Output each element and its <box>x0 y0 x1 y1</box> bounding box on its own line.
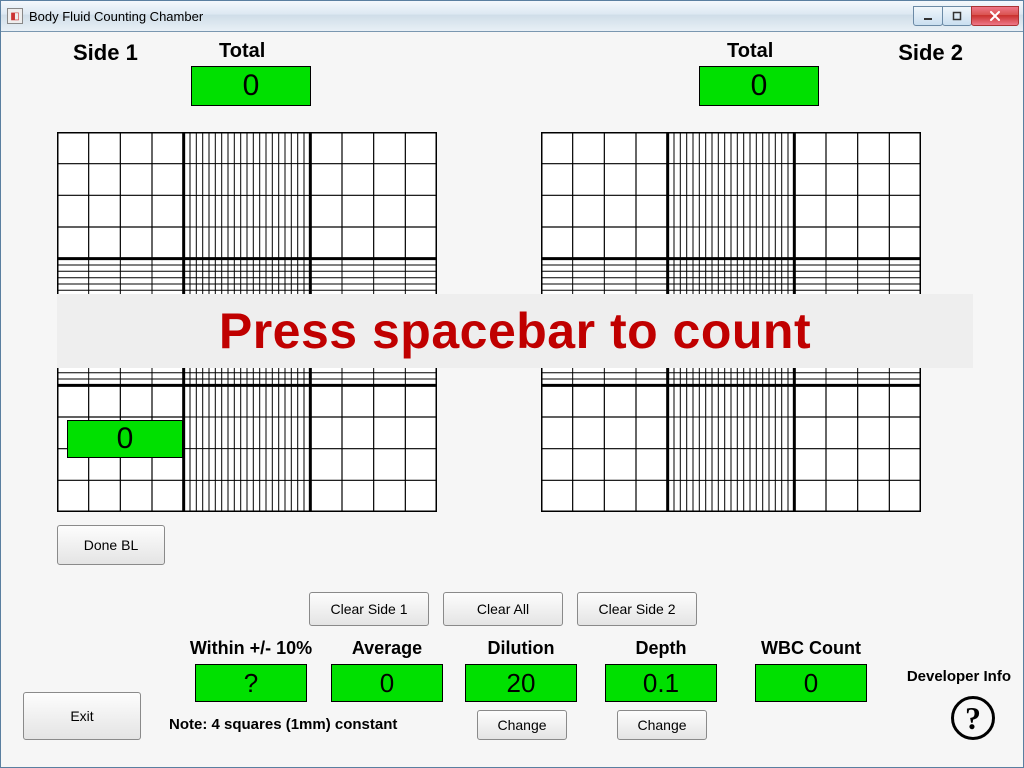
total1-label: Total <box>219 40 265 63</box>
total1-value: 0 <box>191 66 311 106</box>
clear-side1-button[interactable]: Clear Side 1 <box>309 592 429 626</box>
total2-value: 0 <box>699 66 819 106</box>
app-icon: ◧ <box>7 8 23 24</box>
current-square-value: 0 <box>67 420 183 458</box>
instruction-banner: Press spacebar to count <box>57 294 973 368</box>
wbccount-label: WBC Count <box>741 638 881 659</box>
wbccount-value: 0 <box>755 664 867 702</box>
close-button[interactable] <box>971 6 1019 26</box>
app-window: ◧ Body Fluid Counting Chamber Side 1 Sid… <box>0 0 1024 768</box>
side2-label: Side 2 <box>898 40 963 66</box>
depth-label: Depth <box>601 638 721 659</box>
depth-value: 0.1 <box>605 664 717 702</box>
total2-label: Total <box>727 40 773 63</box>
within10-value: ? <box>195 664 307 702</box>
titlebar: ◧ Body Fluid Counting Chamber <box>1 1 1023 32</box>
developer-info-label[interactable]: Developer Info <box>907 668 1011 685</box>
clear-all-button[interactable]: Clear All <box>443 592 563 626</box>
change-dilution-button[interactable]: Change <box>477 710 567 740</box>
help-icon[interactable]: ? <box>951 696 995 740</box>
maximize-button[interactable] <box>942 6 972 26</box>
window-controls <box>914 6 1019 26</box>
window-title: Body Fluid Counting Chamber <box>29 9 914 24</box>
within10-label: Within +/- 10% <box>171 638 331 659</box>
side1-label: Side 1 <box>73 40 138 66</box>
change-depth-button[interactable]: Change <box>617 710 707 740</box>
clear-side2-button[interactable]: Clear Side 2 <box>577 592 697 626</box>
client-area: Side 1 Side 2 Total 0 Total 0 <box>1 32 1023 767</box>
exit-button[interactable]: Exit <box>23 692 141 740</box>
dilution-value: 20 <box>465 664 577 702</box>
minimize-button[interactable] <box>913 6 943 26</box>
note-text: Note: 4 squares (1mm) constant <box>169 716 397 733</box>
average-label: Average <box>327 638 447 659</box>
done-bl-button[interactable]: Done BL <box>57 525 165 565</box>
average-value: 0 <box>331 664 443 702</box>
dilution-label: Dilution <box>461 638 581 659</box>
